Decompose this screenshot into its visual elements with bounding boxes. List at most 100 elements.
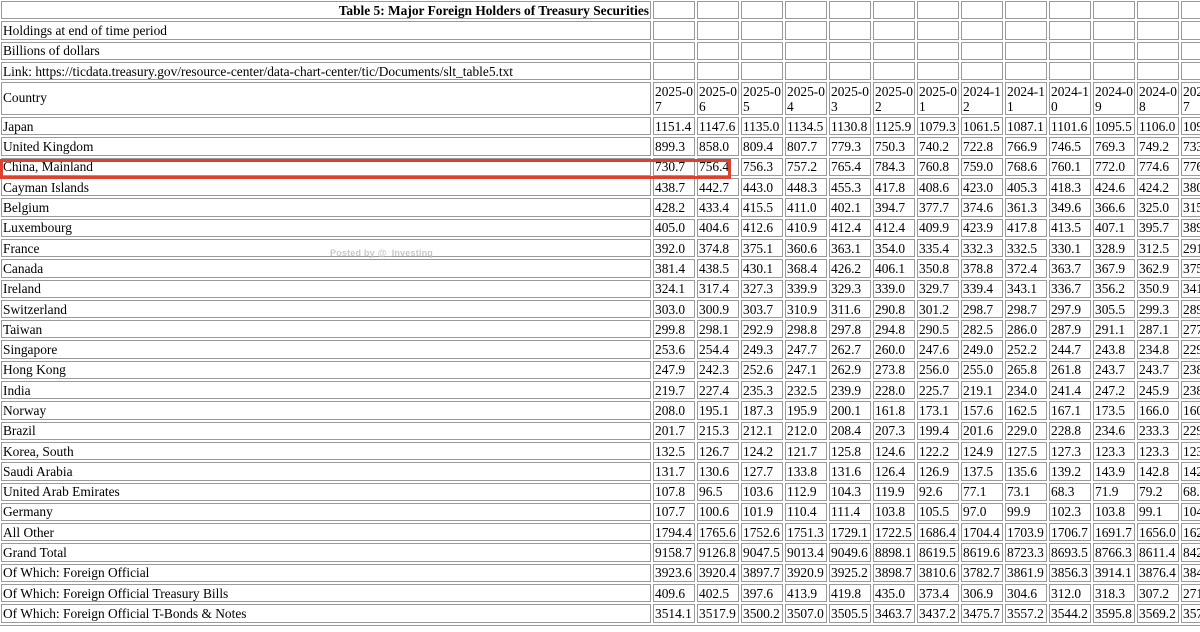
empty-cell	[1137, 41, 1179, 60]
holding-value: 1722.5	[873, 523, 915, 542]
holding-value: 173.1	[917, 401, 959, 420]
table-row: United Arab Emirates 107.8 96.5 103.6 112.9 1…	[1, 482, 1200, 501]
holding-value: 3925.2	[829, 563, 871, 583]
holding-value: 361.3	[1005, 198, 1047, 217]
table-row: Canada 381.4 438.5 430.1 368.4 426.2 406.1 350.…	[1, 259, 1200, 278]
holding-value: 126.4	[873, 462, 915, 481]
holding-value: 8611.4	[1137, 543, 1179, 562]
holding-value: 772.0	[1093, 157, 1135, 177]
holding-value: 249.3	[741, 340, 783, 359]
holding-value: 423.9	[961, 218, 1003, 237]
holding-value: 297.8	[829, 320, 871, 339]
holding-value: 438.7	[653, 178, 695, 197]
empty-cell	[873, 21, 915, 40]
holding-value: 749.2	[1137, 137, 1179, 156]
holding-value: 809.4	[741, 137, 783, 156]
holding-value: 243.8	[1093, 340, 1135, 359]
holding-value: 3861.9	[1005, 563, 1047, 583]
holding-value: 1135.0	[741, 117, 783, 136]
holding-value: 363.1	[829, 238, 871, 258]
holding-value: 774.6	[1137, 157, 1179, 177]
holding-value: 167.1	[1049, 401, 1091, 420]
holding-value: 291.1	[1093, 320, 1135, 339]
period-header: 2025-03	[829, 82, 871, 116]
holding-value: 768.6	[1005, 157, 1047, 177]
holding-value: 232.5	[785, 381, 827, 400]
holding-value: 415.5	[741, 198, 783, 217]
empty-cell	[741, 1, 783, 20]
holding-value: 244.7	[1049, 340, 1091, 359]
holding-value: 238.6	[1181, 360, 1200, 380]
holding-value: 368.4	[785, 259, 827, 278]
holding-value: 1729.1	[829, 523, 871, 542]
holding-value: 298.7	[1005, 299, 1047, 319]
holding-value: 1061.5	[961, 117, 1003, 136]
holding-value: 291.1	[1181, 238, 1200, 258]
holding-value: 161.8	[873, 401, 915, 420]
holding-value: 9049.6	[829, 543, 871, 562]
empty-cell	[1049, 61, 1091, 81]
holding-value: 3507.0	[785, 604, 827, 623]
table-row: France 392.0 374.8 375.1 360.6 363.1 354.0 335.…	[1, 238, 1200, 258]
empty-cell	[741, 21, 783, 40]
empty-cell	[1137, 1, 1179, 20]
holding-value: 103.8	[1093, 502, 1135, 522]
country-name: Belgium	[1, 198, 651, 217]
holding-value: 96.5	[697, 482, 739, 501]
holding-value: 247.9	[653, 360, 695, 380]
empty-cell	[697, 61, 739, 81]
table-row: United Kingdom 899.3 858.0 809.4 807.7 779.3 7…	[1, 137, 1200, 156]
empty-cell	[1005, 61, 1047, 81]
holding-value: 405.0	[653, 218, 695, 237]
table-row: Taiwan 299.8 298.1 292.9 298.8 297.8 294.8 290.…	[1, 320, 1200, 339]
table-row: Luxembourg 405.0 404.6 412.6 410.9 412.4 412.4…	[1, 218, 1200, 237]
holding-value: 807.7	[785, 137, 827, 156]
table-row: Of Which: Foreign Official T-Bonds & Not…	[1, 604, 1200, 623]
meta-row: Link: https://ticdata.treasury.gov/resou…	[1, 61, 1200, 81]
table-row: Germany 107.7 100.6 101.9 110.4 111.4 103.8 105…	[1, 502, 1200, 522]
holding-value: 286.0	[1005, 320, 1047, 339]
period-header: 2024-09	[1093, 82, 1135, 116]
holding-value: 294.8	[873, 320, 915, 339]
holding-value: 374.8	[697, 238, 739, 258]
holding-value: 201.6	[961, 421, 1003, 440]
holding-value: 262.7	[829, 340, 871, 359]
holding-value: 245.9	[1137, 381, 1179, 400]
holding-value: 1706.7	[1049, 523, 1091, 542]
holding-value: 130.6	[697, 462, 739, 481]
holding-value: 127.7	[741, 462, 783, 481]
holding-value: 424.2	[1137, 178, 1179, 197]
holding-value: 247.6	[917, 340, 959, 359]
holding-value: 760.1	[1049, 157, 1091, 177]
holding-value: 730.7	[653, 157, 695, 177]
empty-cell	[961, 1, 1003, 20]
holding-value: 103.8	[873, 502, 915, 522]
holding-value: 443.0	[741, 178, 783, 197]
holding-value: 277.3	[1181, 320, 1200, 339]
holding-value: 417.8	[1005, 218, 1047, 237]
holding-value: 300.9	[697, 299, 739, 319]
empty-cell	[697, 21, 739, 40]
holding-value: 1087.1	[1005, 117, 1047, 136]
holding-value: 101.9	[741, 502, 783, 522]
holding-value: 298.8	[785, 320, 827, 339]
holding-value: 234.0	[1005, 381, 1047, 400]
holding-value: 378.8	[961, 259, 1003, 278]
holding-value: 122.2	[917, 441, 959, 461]
holding-value: 428.2	[653, 198, 695, 217]
holding-value: 9013.4	[785, 543, 827, 562]
holding-value: 766.9	[1005, 137, 1047, 156]
holding-value: 1691.7	[1093, 523, 1135, 542]
period-header: 2025-05	[741, 82, 783, 116]
holding-value: 227.4	[697, 381, 739, 400]
title-row: Table 5: Major Foreign Holders of Treasu…	[1, 1, 1200, 20]
holding-value: 779.3	[829, 137, 871, 156]
holding-value: 73.1	[1005, 482, 1047, 501]
holding-value: 3897.7	[741, 563, 783, 583]
holding-value: 412.4	[829, 218, 871, 237]
holding-value: 123.3	[1093, 441, 1135, 461]
holding-value: 377.7	[917, 198, 959, 217]
holding-value: 1686.4	[917, 523, 959, 542]
empty-cell	[741, 41, 783, 60]
holding-value: 142.8	[1137, 462, 1179, 481]
